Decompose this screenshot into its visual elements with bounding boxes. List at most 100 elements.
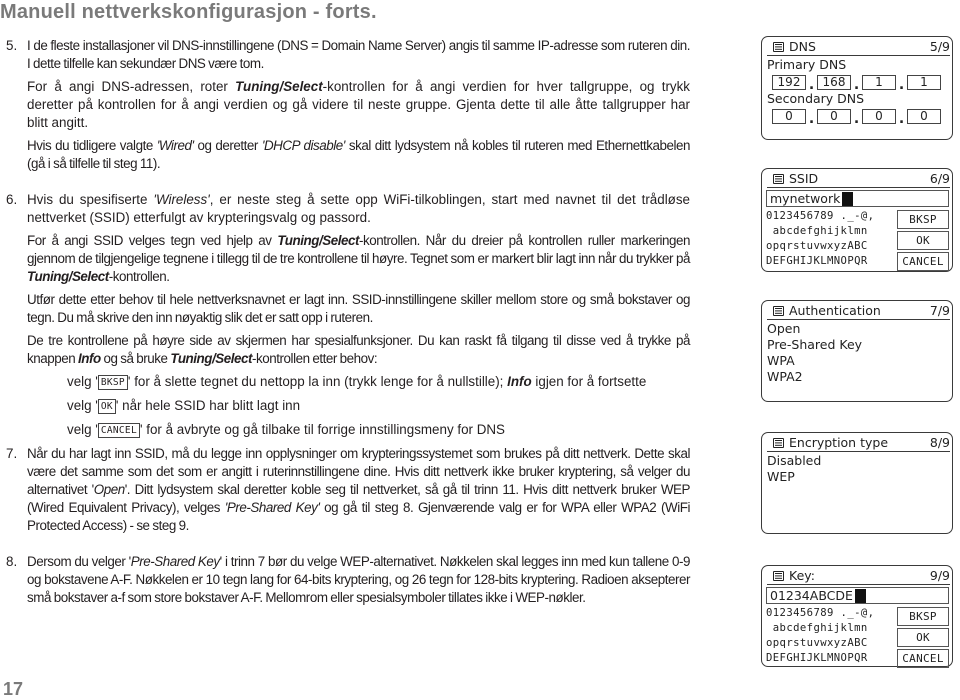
sub-item-ok: velg ' OK ' når hele SSID har blitt lagt i… — [27, 397, 690, 415]
paragraph: I de fleste installasjoner vil DNS-innst… — [27, 38, 690, 71]
paragraph: Hvis du spesifiserte 'Wireless', er nest… — [27, 191, 690, 227]
char-row[interactable]: 0123456789 ._-@, — [766, 209, 897, 224]
control-name: Tuning/Select — [235, 79, 323, 94]
key-value: 01234ABCDE — [770, 588, 853, 603]
text-cursor — [842, 191, 854, 206]
step-6: 6. Hvis du spesifiserte 'Wireless', er n… — [0, 191, 690, 439]
bksp-button[interactable]: BKSP — [897, 210, 949, 229]
text: ' når hele SSID har blitt lagt inn — [115, 398, 301, 413]
screen-header: SSID 6/9 — [767, 169, 950, 188]
cancel-button[interactable]: CANCEL — [897, 649, 949, 668]
screen-body: Primary DNS 192. 168. 1. 1 Secondary DNS… — [762, 56, 952, 127]
ip-octet[interactable]: 1 — [862, 75, 896, 90]
ip-octet[interactable]: 0 — [862, 109, 896, 124]
paragraph: For å angi SSID velges tegn ved hjelp av… — [27, 232, 690, 286]
ip-octet[interactable]: 168 — [817, 75, 851, 90]
char-row[interactable]: DEFGHIJKLMNOPQR — [766, 254, 897, 269]
text: og så bruke — [100, 351, 171, 366]
text: For å angi SSID velges tegn ved hjelp av — [27, 233, 278, 248]
step-8: 8. Dersom du velger 'Pre-Shared Key' i t… — [0, 553, 690, 607]
text-cursor — [854, 588, 866, 603]
char-row[interactable]: opqrstuvwxyzABC — [766, 239, 897, 254]
text: Hvis du spesifiserte — [27, 192, 154, 207]
screen-key: Key: 9/9 01234ABCDE 0123456789 ._-@, abc… — [761, 565, 953, 668]
text: -kontrollen etter behov: — [252, 351, 378, 366]
option-name: 'Wireless' — [153, 192, 210, 207]
paragraph: De tre kontrollene på høyre side av skje… — [27, 332, 690, 368]
char-row[interactable]: abcdefghijklmn — [766, 621, 897, 636]
instructions-column: 5. I de fleste installasjoner vil DNS-in… — [0, 37, 690, 612]
text: For å angi DNS-adressen, roter — [27, 79, 236, 94]
screen-header: Key: 9/9 — [767, 566, 950, 585]
text: velg ' — [67, 398, 98, 413]
character-grid[interactable]: 0123456789 ._-@, abcdefghijklmn opqrstuv… — [766, 606, 897, 668]
screen-page-indicator: 5/9 — [929, 39, 950, 54]
ip-dot: . — [808, 111, 815, 127]
ip-dot: . — [898, 111, 905, 127]
control-buttons: BKSP OK CANCEL — [897, 209, 949, 271]
character-picker: 0123456789 ._-@, abcdefghijklmn opqrstuv… — [762, 209, 952, 271]
encryption-option-wep[interactable]: WEP — [767, 469, 948, 485]
ip-octet[interactable]: 0 — [817, 109, 851, 124]
screen-body: Open Pre-Shared Key WPA WPA2 — [762, 320, 952, 385]
screen-title: Encryption type — [789, 435, 889, 450]
option-name: 'Wired' — [156, 138, 194, 153]
page-number: 17 — [3, 679, 24, 699]
button-name: Info — [507, 374, 532, 389]
text: velg ' — [67, 374, 98, 389]
screen-header: DNS 5/9 — [767, 37, 950, 56]
option-name: Open — [93, 482, 125, 497]
screen-title: SSID — [789, 171, 819, 186]
step-number: 5. — [6, 38, 18, 53]
cancel-button[interactable]: CANCEL — [897, 252, 949, 271]
option-name: Pre-Shared Key — [130, 554, 220, 569]
option-name: 'DHCP disable' — [261, 138, 346, 153]
ip-octet[interactable]: 1 — [907, 75, 941, 90]
auth-option-open[interactable]: Open — [767, 321, 948, 337]
ok-button[interactable]: OK — [897, 231, 949, 250]
char-row[interactable]: DEFGHIJKLMNOPQR — [766, 651, 897, 666]
screen-body: Disabled WEP — [762, 452, 952, 485]
screen-authentication: Authentication 7/9 Open Pre-Shared Key W… — [761, 300, 953, 402]
paragraph: Hvis du tidligere valgte 'Wired' og dere… — [27, 137, 690, 173]
screen-header: Authentication 7/9 — [767, 301, 950, 320]
character-picker: 0123456789 ._-@, abcdefghijklmn opqrstuv… — [762, 606, 952, 668]
control-name: Tuning/Select — [170, 351, 253, 366]
auth-option-wpa[interactable]: WPA — [767, 353, 948, 369]
text: Dersom du velger ' — [27, 554, 131, 569]
ip-dot: . — [853, 111, 860, 127]
screen-ssid: SSID 6/9 mynetwork 0123456789 ._-@, abcd… — [761, 168, 953, 272]
text: ' for å avbryte og gå tilbake til forrig… — [139, 422, 505, 437]
ip-octet[interactable]: 0 — [772, 109, 806, 124]
paragraph: Når du har lagt inn SSID, må du legge in… — [27, 445, 690, 535]
step-5: 5. I de fleste installasjoner vil DNS-in… — [0, 37, 690, 173]
step-number: 6. — [6, 192, 18, 207]
screen-title: Key: — [789, 568, 815, 583]
auth-option-wpa2[interactable]: WPA2 — [767, 369, 948, 385]
char-row[interactable]: opqrstuvwxyzABC — [766, 636, 897, 651]
control-buttons: BKSP OK CANCEL — [897, 606, 949, 668]
paragraph: Utfør dette etter behov til hele nettver… — [27, 292, 690, 325]
encryption-option-disabled[interactable]: Disabled — [767, 453, 948, 469]
cancel-button-glyph: CANCEL — [97, 423, 140, 438]
screen-page-indicator: 8/9 — [929, 435, 950, 450]
ip-octet[interactable]: 0 — [907, 109, 941, 124]
char-row[interactable]: abcdefghijklmn — [766, 224, 897, 239]
char-row[interactable]: 0123456789 ._-@, — [766, 606, 897, 621]
bksp-button-glyph: BKSP — [97, 375, 128, 390]
key-input[interactable]: 01234ABCDE — [766, 587, 949, 604]
paragraph: For å angi DNS-adressen, roter Tuning/Se… — [27, 78, 690, 132]
auth-option-psk[interactable]: Pre-Shared Key — [767, 337, 948, 353]
ip-octet[interactable]: 192 — [772, 75, 806, 90]
screen-header: Encryption type 8/9 — [767, 433, 950, 452]
character-grid[interactable]: 0123456789 ._-@, abcdefghijklmn opqrstuv… — [766, 209, 897, 271]
text: Hvis du tidligere valgte — [27, 138, 157, 153]
secondary-dns-label: Secondary DNS — [767, 91, 865, 106]
ssid-input[interactable]: mynetwork — [766, 190, 949, 207]
ip-dot: . — [898, 77, 905, 93]
sub-item-bksp: velg ' BKSP ' for å slette tegnet du netto… — [27, 373, 690, 391]
step-number: 8. — [6, 554, 18, 569]
bksp-button[interactable]: BKSP — [897, 607, 949, 626]
ok-button[interactable]: OK — [897, 628, 949, 647]
primary-dns-label: Primary DNS — [767, 57, 847, 72]
